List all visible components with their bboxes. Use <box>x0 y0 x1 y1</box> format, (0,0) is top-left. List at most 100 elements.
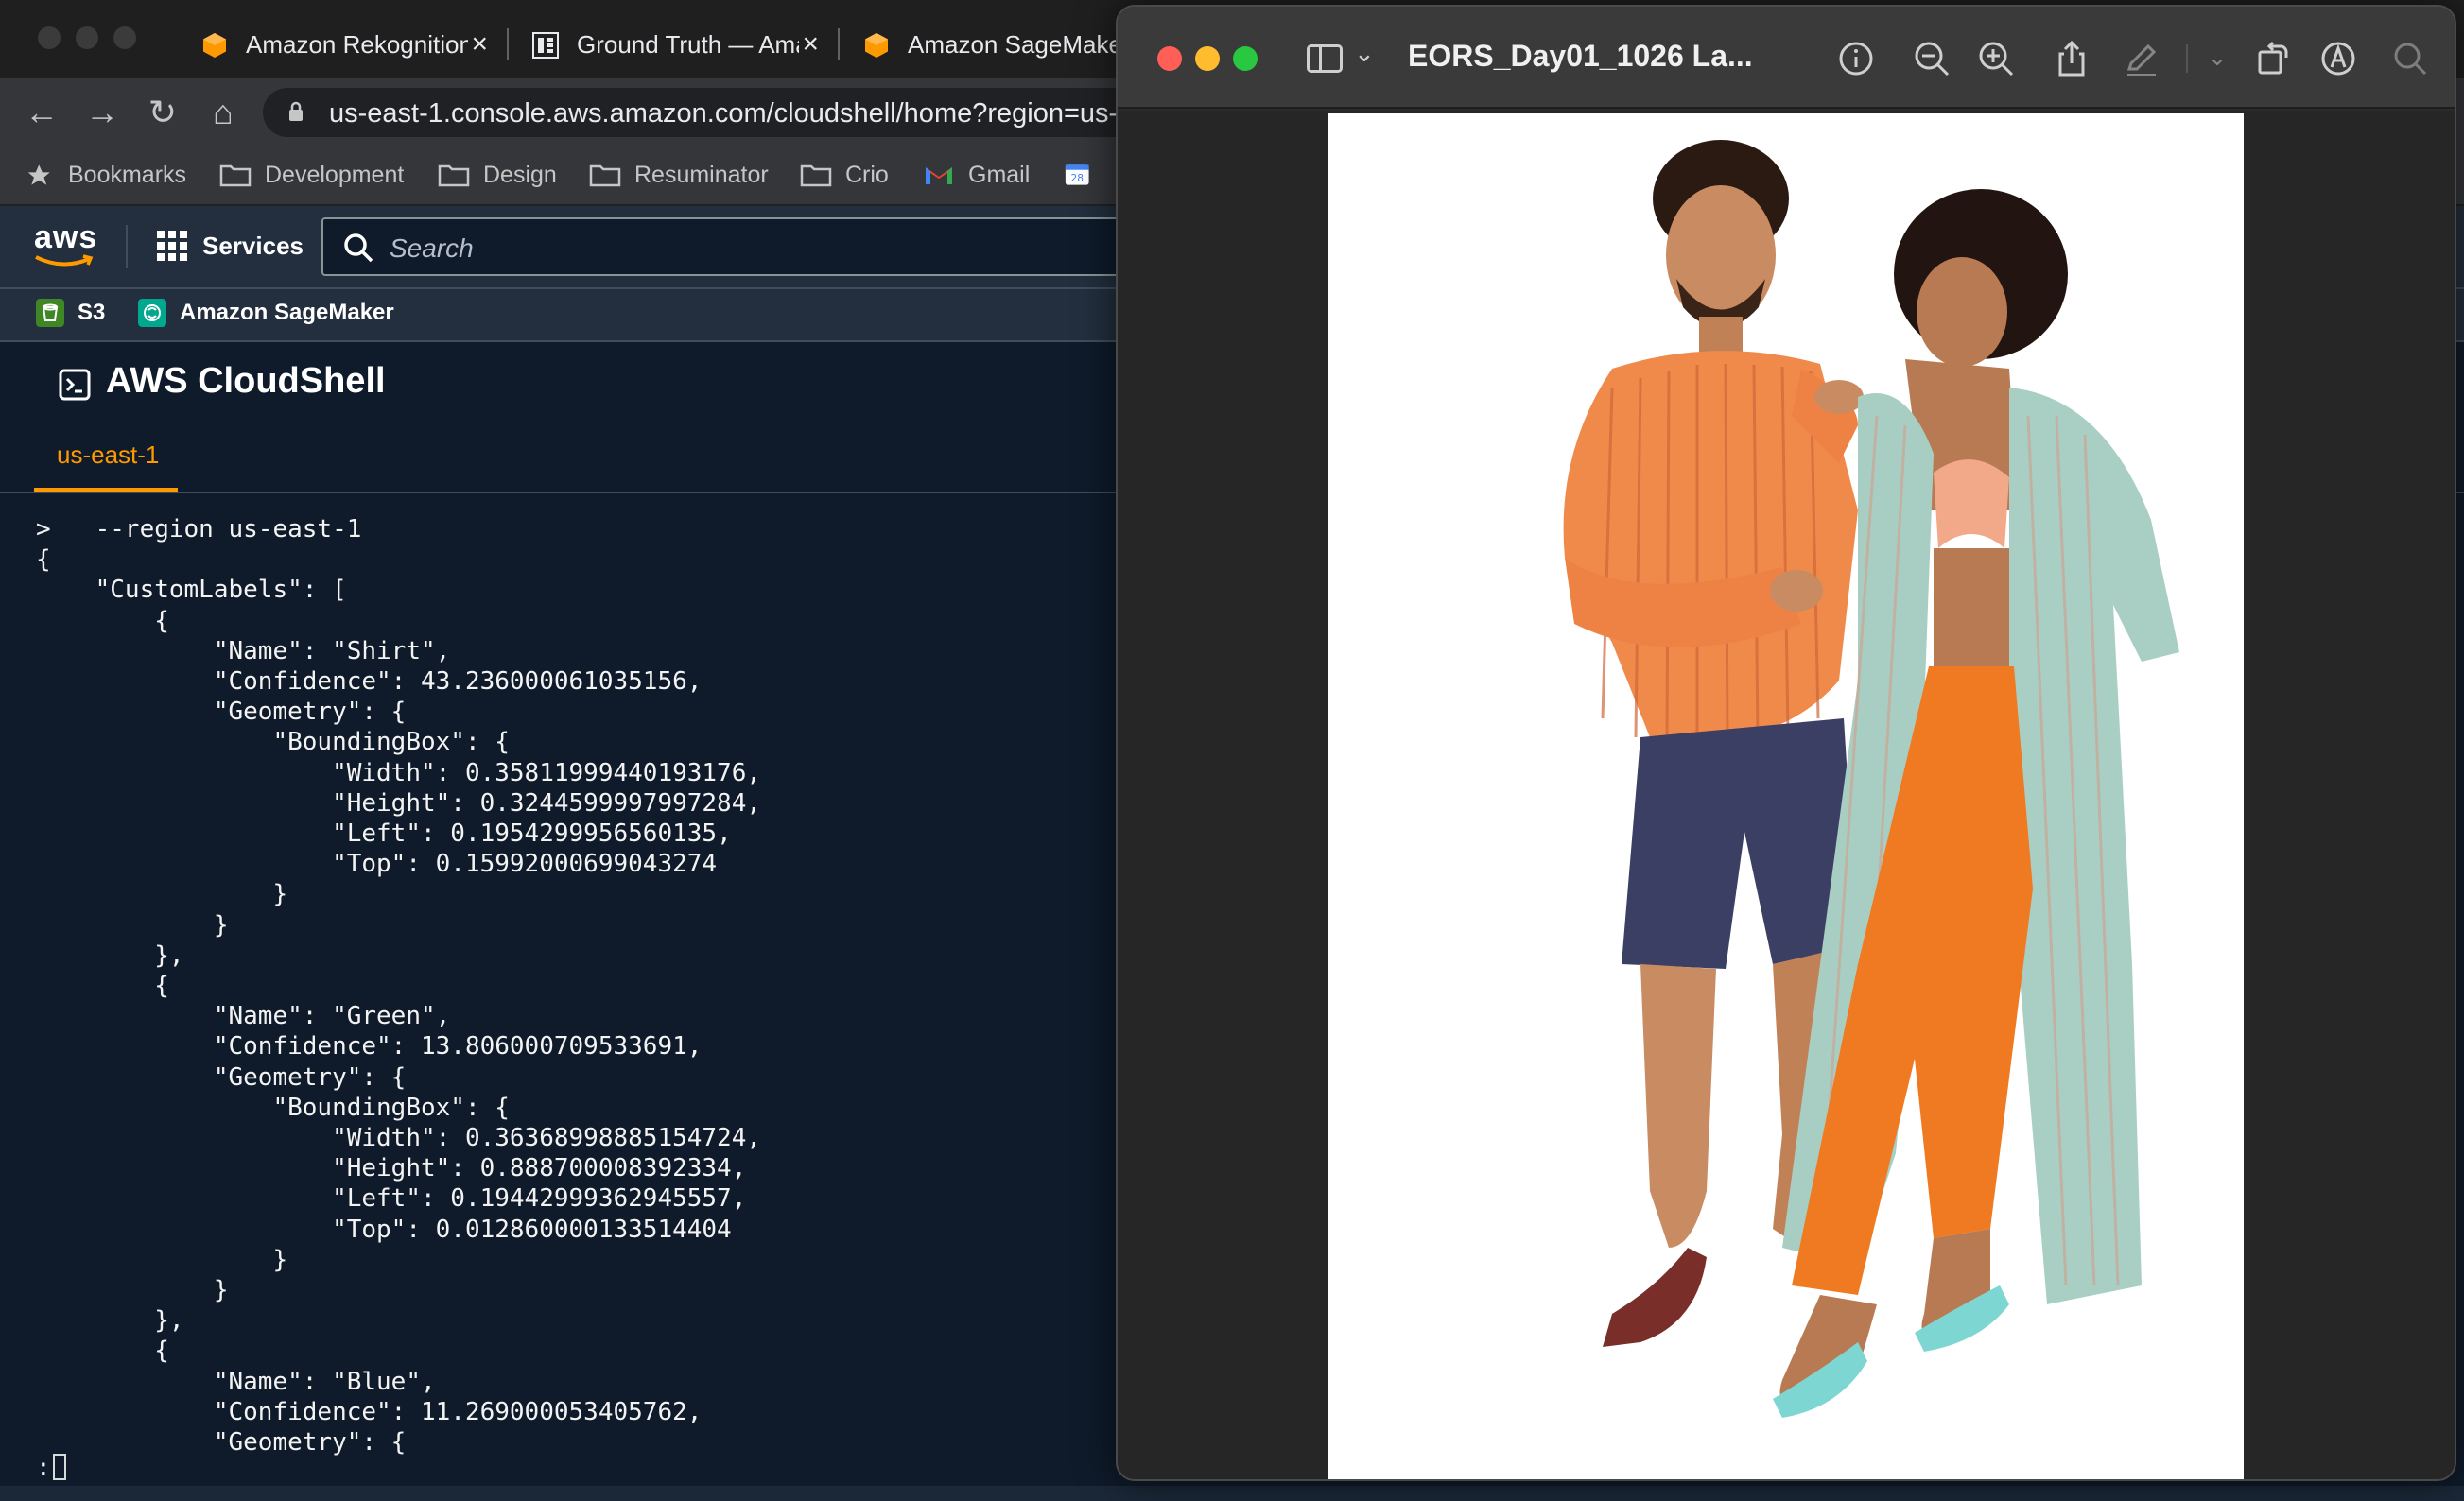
tab-ground-truth[interactable]: Ground Truth — Amazon SageMaker × <box>511 11 832 78</box>
preview-toolbar: ⌄ EORS_Day01_1026 La... ⌄ <box>1118 7 2455 109</box>
terminal-line: "BoundingBox": { <box>36 1093 510 1122</box>
favorite-s3[interactable]: S3 <box>36 299 105 327</box>
chevron-down-icon[interactable]: ⌄ <box>2197 39 2237 78</box>
terminal-line: } <box>36 1276 229 1305</box>
terminal-line: "Name": "Blue", <box>36 1367 436 1396</box>
terminal-line: "Top": 0.15992000699043274 <box>36 850 718 879</box>
aws-orange-cube-icon <box>865 32 888 58</box>
forward-icon[interactable]: → <box>81 92 123 133</box>
terminal-line: "Name": "Shirt", <box>36 636 451 665</box>
terminal-line: "Geometry": { <box>36 698 407 727</box>
close-icon[interactable]: × <box>802 28 819 60</box>
terminal-cursor <box>52 1454 66 1480</box>
bookmark-gmail[interactable]: Gmail <box>923 158 1030 192</box>
document-title: EORS_Day01_1026 La... <box>1408 39 1753 73</box>
terminal-line: "Confidence": 11.269000053405762, <box>36 1397 703 1426</box>
lock-icon <box>289 101 303 121</box>
terminal-line: { <box>36 972 169 1001</box>
bookmark-calendar[interactable]: 28 <box>1065 158 1106 192</box>
terminal-prompt[interactable]: : <box>36 1454 66 1482</box>
minimize-window-button[interactable] <box>1195 46 1220 71</box>
terminal-line: "Geometry": { <box>36 1428 407 1458</box>
zoom-in-icon[interactable] <box>1976 39 2016 78</box>
terminal-line: "Height": 0.888700008392334, <box>36 1154 747 1183</box>
bookmark-label: Bookmarks <box>68 161 187 188</box>
s3-icon <box>36 299 64 327</box>
terminal-line: "Name": "Green", <box>36 1002 451 1031</box>
favorite-sagemaker[interactable]: Amazon SageMaker <box>138 299 394 327</box>
fashion-photo <box>1328 113 2244 1479</box>
bookmark-label: Development <box>265 161 405 188</box>
terminal-line: "Geometry": { <box>36 1062 407 1092</box>
terminal-line: > --region us-east-1 <box>36 515 362 543</box>
close-window-button[interactable] <box>1157 46 1182 71</box>
tab-rekognition[interactable]: Amazon Rekognition × <box>180 11 501 78</box>
tab-us-east-1[interactable]: us-east-1 <box>34 427 182 493</box>
sidebar-toggle-icon[interactable] <box>1307 44 1343 73</box>
terminal-line: "Confidence": 43.236000061035156, <box>36 667 703 697</box>
home-icon[interactable]: ⌂ <box>202 92 244 133</box>
tab-divider <box>507 28 509 60</box>
bookmark-development[interactable]: Development <box>219 158 404 192</box>
terminal-line: { <box>36 545 51 575</box>
bookmark-label: Design <box>483 161 557 188</box>
grid-icon <box>157 231 187 261</box>
sagemaker-icon <box>138 299 166 327</box>
bookmark-label: Resuminator <box>634 161 769 188</box>
markup-pen-icon[interactable] <box>2122 39 2161 78</box>
favorite-label: Amazon SageMaker <box>180 300 394 325</box>
window-close-dot[interactable] <box>38 26 61 49</box>
bookmark-design[interactable]: Design <box>438 158 557 192</box>
terminal-line: "Left": 0.1954299956560135, <box>36 820 732 849</box>
reload-icon[interactable]: ↻ <box>142 92 183 133</box>
page-title: AWS CloudShell <box>106 361 386 401</box>
terminal-line: "Width": 0.35811999440193176, <box>36 758 762 787</box>
bookmark-crio[interactable]: Crio <box>800 158 889 192</box>
terminal-line: { <box>36 606 169 635</box>
ground-truth-icon <box>532 31 559 59</box>
window-zoom-dot[interactable] <box>113 26 136 49</box>
annotate-icon[interactable] <box>2318 39 2358 78</box>
close-icon[interactable]: × <box>471 28 488 60</box>
search-icon <box>344 233 373 263</box>
bookmark-resuminator[interactable]: Resuminator <box>589 158 769 192</box>
aws-orange-cube-icon <box>203 32 226 58</box>
terminal-line: "BoundingBox": { <box>36 728 510 757</box>
search-icon[interactable] <box>2390 39 2430 78</box>
tab-divider <box>838 28 840 60</box>
info-icon[interactable] <box>1836 39 1876 78</box>
url-text: us-east-1.console.aws.amazon.com/cloudsh… <box>329 98 1194 129</box>
tab-title: Ground Truth — Amazon SageMaker <box>577 30 799 59</box>
bookmark-label: Gmail <box>968 161 1031 188</box>
search-placeholder: Search <box>390 233 474 263</box>
terminal-line: "Top": 0.012860000133514404 <box>36 1215 732 1244</box>
rotate-icon[interactable] <box>2252 39 2292 78</box>
zoom-window-button[interactable] <box>1233 46 1258 71</box>
terminal-line: { <box>36 1337 169 1366</box>
prompt-symbol: : <box>36 1454 51 1482</box>
aws-smile-icon <box>35 254 94 267</box>
terminal-line: } <box>36 880 288 909</box>
nav-divider <box>126 225 128 268</box>
services-menu-button[interactable]: Services <box>157 227 304 265</box>
tab-title: Amazon SageMaker <box>908 30 1116 59</box>
active-tab-indicator <box>34 488 178 492</box>
bookmark-label: Crio <box>845 161 889 188</box>
tab-title: Amazon Rekognition <box>246 30 468 59</box>
terminal-line: }, <box>36 940 184 970</box>
tab-sagemaker[interactable]: Amazon SageMaker <box>842 11 1116 78</box>
aws-logo[interactable]: aws <box>34 219 96 272</box>
photo-illustration <box>1563 140 2179 1418</box>
terminal-line: "Confidence": 13.806000709533691, <box>36 1032 703 1061</box>
bookmark-bookmarks[interactable]: Bookmarks <box>26 158 186 192</box>
back-icon[interactable]: ← <box>21 92 62 133</box>
terminal-icon <box>59 369 91 401</box>
zoom-out-icon[interactable] <box>1912 39 1952 78</box>
share-icon[interactable] <box>2052 39 2091 78</box>
chevron-down-icon[interactable]: ⌄ <box>1354 39 1375 68</box>
window-minimize-dot[interactable] <box>76 26 98 49</box>
toolbar-divider <box>2186 44 2188 73</box>
star-icon <box>27 164 50 185</box>
folder-icon <box>438 164 470 187</box>
terminal-line: "Height": 0.3244599997997284, <box>36 788 762 818</box>
